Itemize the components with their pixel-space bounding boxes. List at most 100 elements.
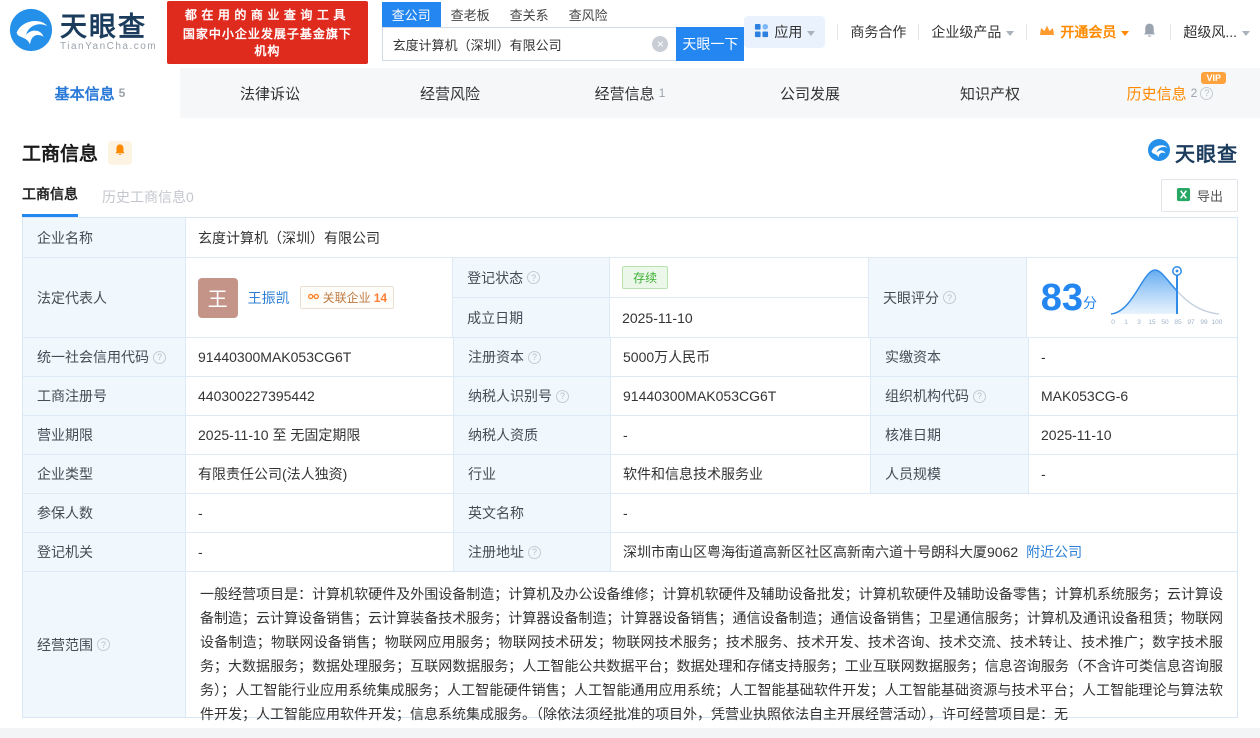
tab-operating-risk[interactable]: 经营风险: [360, 68, 540, 118]
field-label-text: 纳税人识别号: [468, 388, 552, 404]
help-icon[interactable]: [527, 271, 541, 284]
field-label-text: 注册地址: [468, 544, 524, 560]
subtab-row: 工商信息 历史工商信息0 导出: [22, 179, 1238, 217]
field-label-reg-capital: 注册资本: [454, 338, 611, 376]
field-value-staff-size: -: [1029, 455, 1237, 493]
tab-company-development[interactable]: 公司发展: [720, 68, 900, 118]
field-label-staff-size: 人员规模: [871, 455, 1029, 493]
help-icon[interactable]: [973, 389, 986, 403]
nav-vip[interactable]: 开通会员: [1039, 22, 1130, 42]
field-label-english-name: 英文名称: [454, 494, 611, 532]
tab-label: 经营风险: [419, 85, 480, 103]
search-input[interactable]: [381, 27, 677, 61]
help-icon[interactable]: [943, 291, 957, 304]
nav-business[interactable]: 商务合作: [850, 22, 906, 42]
bell-icon: [1141, 22, 1158, 42]
related-companies-badge[interactable]: 关联企业 14: [299, 286, 395, 309]
search-tab-boss[interactable]: 查老板: [441, 2, 500, 27]
table-row: 企业名称 玄度计算机（深圳）有限公司: [23, 218, 1237, 258]
help-icon[interactable]: [153, 350, 166, 364]
svg-text:97: 97: [1187, 319, 1195, 326]
table-row: 参保人数 - 英文名称 -: [23, 494, 1237, 533]
svg-text:1: 1: [1124, 319, 1128, 326]
field-label-text: 经营范围: [37, 636, 93, 653]
monitor-bell-button[interactable]: [108, 140, 133, 165]
field-value-business-term: 2025-11-10 至 无固定期限: [186, 416, 454, 454]
nav-apps[interactable]: 应用: [744, 16, 826, 48]
field-value-business-scope: 一般经营项目是：计算机软硬件及外围设备制造；计算机及办公设备维修；计算机软硬件及…: [186, 572, 1237, 722]
tab-operating-info[interactable]: 经营信息 1: [540, 68, 720, 118]
tab-history-info[interactable]: VIP 历史信息 2: [1080, 68, 1260, 118]
field-label-text: 注册资本: [468, 349, 524, 365]
svg-text:15: 15: [1148, 319, 1156, 326]
field-label-taxpayer-quality: 纳税人资质: [454, 416, 611, 454]
field-value-legal-rep: 王 王振凯 关联企业 14: [185, 258, 454, 337]
tianyancha-logo[interactable]: 天眼查 TianYanCha.com: [8, 7, 157, 58]
score-value: 83: [1040, 276, 1083, 319]
nav-vip-label: 开通会员: [1060, 24, 1117, 40]
field-value-reg-address: 深圳市南山区粤海街道高新区社区高新南六道十号朗科大厦9062 附近公司: [611, 533, 1237, 571]
search-tab-relation[interactable]: 查关系: [500, 2, 559, 27]
field-value-english-name: -: [611, 494, 1237, 532]
nav-super-risk-label: 超级风...: [1183, 24, 1237, 40]
tab-count: 5: [118, 86, 126, 100]
svg-text:50: 50: [1161, 319, 1169, 326]
help-icon[interactable]: [97, 638, 110, 651]
field-label-insured-num: 参保人数: [23, 494, 186, 532]
address-text: 深圳市南山区粤海街道高新区社区高新南六道十号朗科大厦9062: [623, 544, 1019, 560]
field-label-taxpayer-id: 纳税人识别号: [454, 377, 611, 415]
bell-icon: [113, 143, 127, 162]
field-value-credit-code: 91440300MAK053CG6T: [186, 338, 454, 376]
top-nav: 应用 商务合作 企业级产品 开通会员 超级风...: [744, 16, 1250, 48]
legal-rep-link[interactable]: 王振凯: [248, 288, 290, 308]
divider: [837, 24, 839, 40]
field-label-reg-status: 登记状态: [453, 258, 611, 297]
nearby-companies-link[interactable]: 附近公司: [1026, 542, 1082, 562]
help-icon[interactable]: [528, 545, 541, 559]
tab-legal-proceedings[interactable]: 法律诉讼: [180, 68, 360, 118]
svg-text:99: 99: [1200, 319, 1208, 326]
tianyancha-logo-icon: [1147, 138, 1171, 167]
search-tab-company[interactable]: 查公司: [381, 2, 441, 27]
field-label-business-term: 营业期限: [23, 416, 186, 454]
chevron-down-icon: [1121, 30, 1130, 36]
help-icon[interactable]: [528, 350, 541, 364]
search-tab-risk[interactable]: 查风险: [559, 2, 618, 27]
field-value-company-name: 玄度计算机（深圳）有限公司: [186, 218, 1237, 257]
search-box: 查公司 查老板 查关系 查风险 × 天眼一下: [381, 2, 745, 61]
export-button[interactable]: 导出: [1160, 179, 1238, 212]
search-button[interactable]: 天眼一下: [676, 27, 745, 61]
chevron-down-icon: [807, 30, 816, 36]
subtab-history-business-info[interactable]: 历史工商信息0: [102, 187, 194, 217]
tab-label: 知识产权: [959, 85, 1020, 103]
help-icon[interactable]: [1200, 86, 1214, 100]
nav-enterprise[interactable]: 企业级产品: [931, 22, 1015, 42]
table-row: 经营范围 一般经营项目是：计算机软硬件及外围设备制造；计算机及办公设备维修；计算…: [23, 572, 1237, 722]
tab-basic-info[interactable]: 基本信息 5: [0, 68, 180, 118]
table-row: 统一社会信用代码 91440300MAK053CG6T 注册资本 5000万人民…: [23, 338, 1237, 377]
field-label-tyc-score: 天眼评分: [869, 258, 1027, 337]
avatar[interactable]: 王: [197, 277, 238, 318]
watermark-logo: 天眼查: [1147, 138, 1238, 167]
score-unit: 分: [1083, 294, 1097, 311]
tab-intellectual-property[interactable]: 知识产权: [900, 68, 1080, 118]
field-label-approval-date: 核准日期: [871, 416, 1029, 454]
divider: [1170, 24, 1172, 40]
export-label: 导出: [1196, 189, 1223, 204]
field-label-credit-code: 统一社会信用代码: [23, 338, 186, 376]
table-row: 登记机关 - 注册地址 深圳市南山区粤海街道高新区社区高新南六道十号朗科大厦90…: [23, 533, 1237, 572]
field-label-reg-address: 注册地址: [454, 533, 611, 571]
promo-line1: 都在用的商业查询工具: [184, 7, 350, 22]
tab-count: 2: [1190, 86, 1198, 100]
table-subrow: 登记状态 存续: [453, 258, 869, 298]
notification-bell[interactable]: [1141, 22, 1158, 42]
field-value-taxpayer-quality: -: [611, 416, 871, 454]
related-companies-label: 关联企业: [322, 291, 371, 305]
help-icon[interactable]: [556, 389, 569, 403]
svg-text:85: 85: [1174, 319, 1182, 326]
subtab-business-info[interactable]: 工商信息: [22, 184, 78, 217]
nav-super-risk[interactable]: 超级风...: [1183, 22, 1250, 42]
section-title: 工商信息: [22, 144, 99, 165]
field-value-company-type: 有限责任公司(法人独资): [186, 455, 454, 493]
page-footer-strip: [0, 728, 1260, 738]
